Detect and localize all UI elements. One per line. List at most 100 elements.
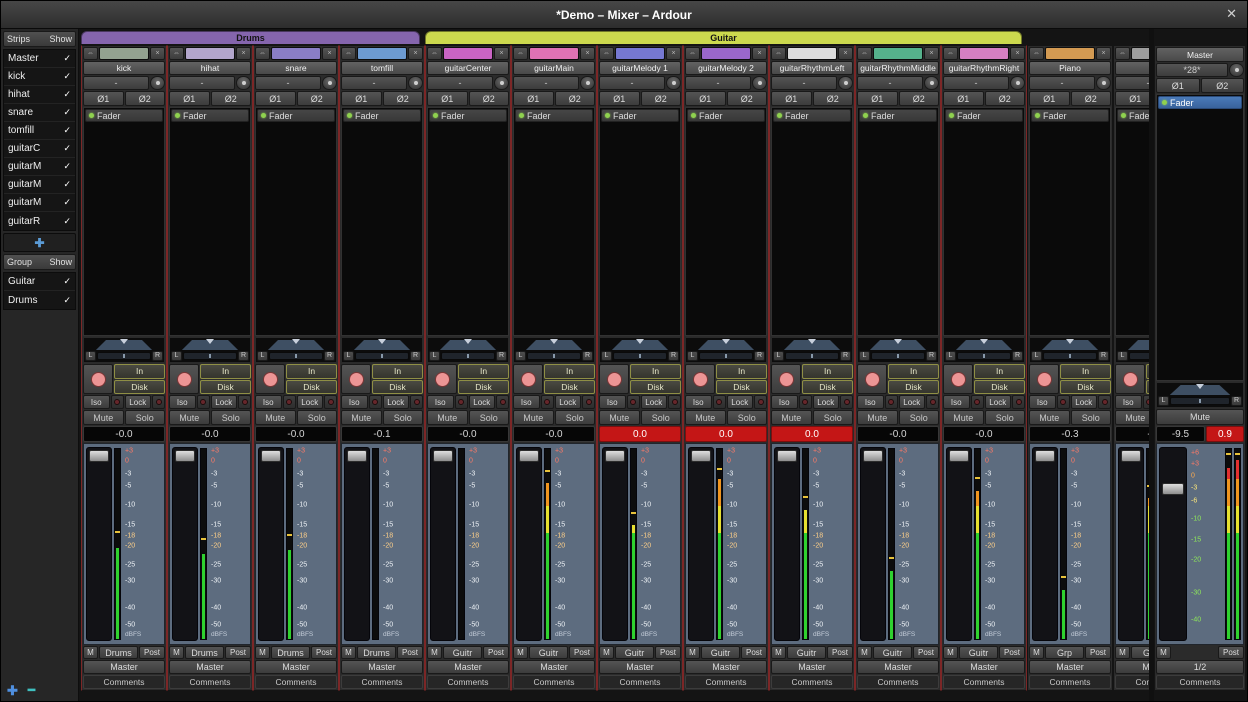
sidebar-list-row[interactable]: guitarC ✓ [4,140,75,158]
output-button[interactable]: Master [599,660,681,674]
mute-button[interactable]: Mute [771,410,812,425]
meter-point-button[interactable]: Post [397,646,423,659]
m-button[interactable]: M [943,646,958,659]
mute-button[interactable]: Mute [341,410,382,425]
solo-lock-button[interactable]: Lock [555,395,582,409]
mute-button[interactable]: Mute [255,410,296,425]
phase-2-button[interactable]: Ø2 [727,91,768,106]
fader-handle[interactable] [1035,450,1055,462]
strip-color-swatch[interactable] [1045,47,1095,60]
strip-color-swatch[interactable] [701,47,751,60]
solo-lock-led[interactable] [324,395,337,409]
group-button[interactable]: Guitr [873,646,912,659]
solo-lock-button[interactable]: Lock [1071,395,1098,409]
processor-active-led[interactable] [1121,113,1126,118]
gain-display[interactable]: -0.0 [427,426,509,442]
output-button[interactable]: Master [255,660,337,674]
strip-name-button[interactable]: snare [255,61,337,75]
strip-width-button[interactable]: ⇔ [857,47,872,60]
show-checkmark[interactable]: ✓ [63,197,71,208]
phase-2-button[interactable]: Ø2 [125,91,166,106]
sidebar-list-row[interactable]: guitarM ✓ [4,158,75,176]
pan-widget[interactable]: L R [341,337,423,363]
solo-lock-led[interactable] [668,395,681,409]
strip-width-button[interactable]: ⇔ [341,47,356,60]
meter-point-button[interactable]: Post [1085,646,1111,659]
solo-lock-button[interactable]: Lock [813,395,840,409]
solo-isolate-led[interactable] [455,395,468,409]
solo-isolate-led[interactable] [197,395,210,409]
level-meter[interactable] [974,448,981,640]
strip-hide-button[interactable]: × [1096,47,1111,60]
strip-name-button[interactable]: guitarCenter [427,61,509,75]
comments-button[interactable]: Comments [83,675,165,689]
trim-knob[interactable] [752,76,767,90]
fader-processor[interactable]: Fader [1031,109,1109,122]
pan-width-slider[interactable] [441,352,495,360]
processor-active-led[interactable] [519,113,524,118]
master-comments-button[interactable]: Comments [1156,675,1244,689]
sidebar-list-row[interactable]: guitarM ✓ [4,194,75,212]
fader-handle[interactable] [261,450,281,462]
mute-button[interactable]: Mute [169,410,210,425]
phase-1-button[interactable]: Ø1 [943,91,984,106]
output-button[interactable]: Master [771,660,853,674]
gain-display[interactable]: -0.0 [513,426,595,442]
meter-point-button[interactable]: Post [139,646,165,659]
fader-handle[interactable] [949,450,969,462]
phase-2-button[interactable]: Ø2 [1071,91,1112,106]
output-button[interactable]: Master [169,660,251,674]
strip-color-swatch[interactable] [99,47,149,60]
fader-processor[interactable]: Fader [687,109,765,122]
solo-lock-led[interactable] [840,395,853,409]
record-arm-button[interactable] [341,364,371,394]
level-meter[interactable] [1060,448,1067,640]
show-checkmark[interactable]: ✓ [63,216,71,227]
strip-hide-button[interactable]: × [494,47,509,60]
solo-isolate-led[interactable] [885,395,898,409]
strip-color-swatch[interactable] [615,47,665,60]
show-checkmark[interactable]: ✓ [63,107,71,118]
phase-2-button[interactable]: Ø2 [641,91,682,106]
output-button[interactable]: Master [83,660,165,674]
pan-width-slider[interactable] [97,352,151,360]
fader-processor[interactable]: Fader [257,109,335,122]
input-button[interactable]: - [255,76,321,90]
pan-width-slider[interactable] [699,352,753,360]
monitor-disk-button[interactable]: Disk [716,380,767,395]
input-button[interactable]: - [771,76,837,90]
strip-width-button[interactable]: ⇔ [599,47,614,60]
solo-lock-led[interactable] [1098,395,1111,409]
mute-button[interactable]: Mute [685,410,726,425]
solo-button[interactable]: Solo [813,410,854,425]
input-button[interactable]: - [169,76,235,90]
m-button[interactable]: M [771,646,786,659]
m-button[interactable]: M [685,646,700,659]
monitor-input-button[interactable]: In [544,364,595,379]
pan-width-slider[interactable] [527,352,581,360]
monitor-disk-button[interactable]: Disk [974,380,1025,395]
fader-slider[interactable] [602,447,628,641]
record-arm-button[interactable] [599,364,629,394]
solo-isolate-button[interactable]: Iso [599,395,626,409]
solo-button[interactable]: Solo [641,410,682,425]
solo-isolate-led[interactable] [111,395,124,409]
gain-display[interactable]: -0.0 [943,426,1025,442]
phase-1-button[interactable]: Ø1 [169,91,210,106]
phase-1-button[interactable]: Ø1 [599,91,640,106]
strip-hide-button[interactable]: × [408,47,423,60]
m-button[interactable]: M [1115,646,1130,659]
pan-widget[interactable]: L R [1029,337,1111,363]
pan-width-slider[interactable] [613,352,667,360]
meter-point-button[interactable]: Post [999,646,1025,659]
phase-2-button[interactable]: Ø2 [383,91,424,106]
strip-hide-button[interactable]: × [150,47,165,60]
solo-isolate-button[interactable]: Iso [341,395,368,409]
solo-lock-button[interactable]: Lock [899,395,926,409]
group-button[interactable]: Drums [185,646,224,659]
fader-slider[interactable] [688,447,714,641]
comments-button[interactable]: Comments [857,675,939,689]
pan-azimuth-display[interactable] [773,339,851,350]
meter-point-button[interactable]: Post [827,646,853,659]
mute-button[interactable]: Mute [857,410,898,425]
